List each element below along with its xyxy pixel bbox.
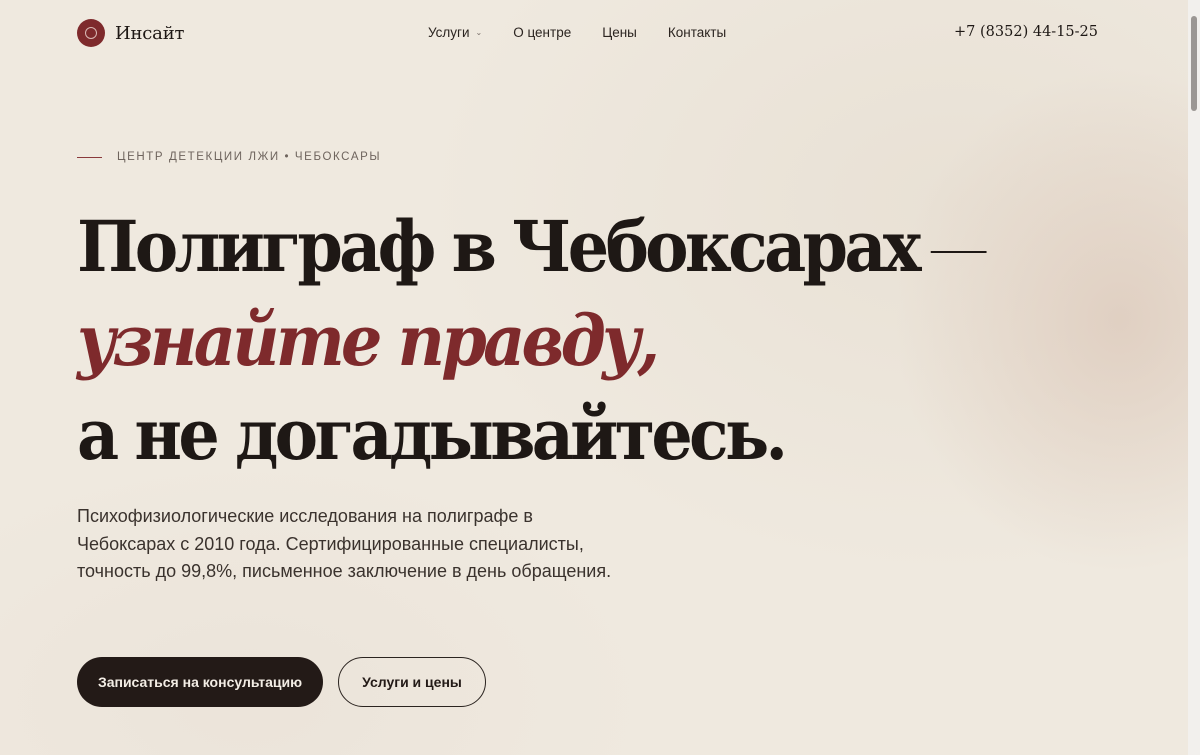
page-scrollbar[interactable] [1188, 0, 1200, 755]
hero-eyebrow: Центр детекции лжи • Чебоксары [77, 151, 381, 163]
headline-line-2: узнайте правду, [77, 299, 660, 382]
nav-item-prices[interactable]: Цены [602, 25, 637, 40]
services-prices-button[interactable]: Услуги и цены [338, 657, 486, 707]
hero-lead: Психофизиологические исследования на пол… [77, 506, 612, 581]
headline-dash [930, 251, 987, 253]
phone-link[interactable]: +7 (8352) 44-15-25 [954, 24, 1098, 40]
nav-item-contacts[interactable]: Контакты [668, 25, 726, 40]
hero-headline: Полиграф в Чебоксарах узнайте правду, а … [77, 200, 987, 482]
logo-text: Инсайт [115, 22, 185, 44]
headline-line-3: а не догадывайтесь. [77, 393, 788, 476]
site-header: Инсайт Услуги ⌄ О центре Цены Контакты +… [0, 0, 1188, 66]
nav-item-label: О центре [513, 25, 572, 40]
eyebrow-divider [77, 156, 102, 158]
nav-item-label: Контакты [667, 25, 727, 40]
headline-line-1: Полиграф в Чебоксарах [77, 200, 987, 294]
chevron-down-icon: ⌄ [475, 28, 483, 37]
logo-mark-icon [77, 19, 105, 47]
scrollbar-thumb[interactable] [1191, 16, 1197, 111]
nav-item-label: Услуги [428, 25, 470, 40]
main-nav: Услуги ⌄ О центре Цены Контакты [428, 25, 757, 40]
nav-item-about[interactable]: О центре [513, 25, 571, 40]
headline-line-1-text: Полиграф в Чебоксарах [77, 205, 922, 288]
nav-item-services[interactable]: Услуги ⌄ [428, 25, 482, 40]
logo[interactable]: Инсайт [77, 19, 184, 47]
eyebrow-text: Центр детекции лжи • Чебоксары [117, 151, 382, 163]
book-consultation-button[interactable]: Записаться на консультацию [77, 657, 323, 707]
nav-item-label: Цены [602, 25, 637, 40]
